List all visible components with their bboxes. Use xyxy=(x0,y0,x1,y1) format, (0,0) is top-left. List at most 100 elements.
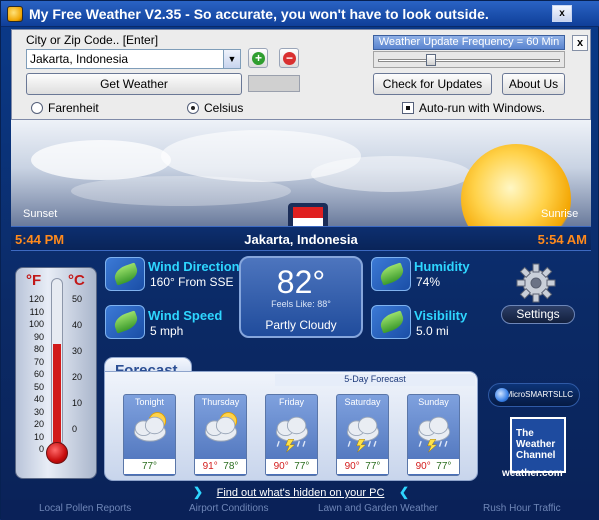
fahrenheit-tick: 90 xyxy=(33,331,44,342)
footer-item-pollen[interactable]: Local Pollen Reports xyxy=(39,503,131,514)
forecast-day-name: Friday xyxy=(278,397,304,407)
cloud-decoration xyxy=(31,140,171,180)
control-panel: City or Zip Code.. [Enter] Jakarta, Indo… xyxy=(11,29,591,120)
wind-direction-value: 160° From SSE xyxy=(150,275,234,289)
minus-icon: − xyxy=(283,52,296,65)
leaf-icon xyxy=(377,310,407,334)
check-updates-button[interactable]: Check for Updates xyxy=(373,73,492,95)
forecast-day-name: Saturday xyxy=(344,397,381,407)
wind-speed-icon xyxy=(105,305,145,339)
promo-link[interactable]: Find out what's hidden on your PC xyxy=(1,487,599,499)
city-value: Jakarta, Indonesia xyxy=(30,52,129,66)
forecast-temps: 91° 78° xyxy=(195,459,246,474)
fahrenheit-tick: 110 xyxy=(29,306,44,317)
forecast-low: 77° xyxy=(294,461,310,472)
humidity-value: 74% xyxy=(416,275,441,289)
forecast-high: 90° xyxy=(273,461,289,472)
fahrenheit-tick: 50 xyxy=(33,381,44,392)
settings-button[interactable]: Settings xyxy=(501,305,575,324)
indonesia-flag-icon xyxy=(288,203,328,226)
add-city-button[interactable]: + xyxy=(248,48,268,68)
celsius-tick: 0 xyxy=(72,424,78,434)
current-conditions: 82° Feels Like: 88° Partly Cloudy xyxy=(239,256,363,338)
partly-cloudy-icon xyxy=(204,412,238,442)
feels-like: Feels Like: 88° xyxy=(271,299,331,309)
autorun-checkbox[interactable] xyxy=(402,102,414,114)
fahrenheit-tick: 120 xyxy=(28,294,44,304)
fahrenheit-tick: 20 xyxy=(33,419,44,429)
about-us-button[interactable]: About Us xyxy=(502,73,565,95)
humidity-title: Humidity xyxy=(414,259,470,274)
thunderstorm-icon xyxy=(346,416,380,453)
forecast-low: 78° xyxy=(223,461,239,472)
sunrise-label: Sunrise xyxy=(541,208,579,220)
weather-com-link[interactable]: weather.com xyxy=(502,468,563,479)
farenheit-radio[interactable] xyxy=(31,102,43,114)
update-frequency-slider[interactable] xyxy=(373,51,565,68)
plus-icon: + xyxy=(252,52,265,65)
cloud-decoration xyxy=(311,156,471,192)
current-temperature: 82° xyxy=(276,264,326,300)
fahrenheit-tick: 70 xyxy=(33,356,44,367)
promo-link-text[interactable]: Find out what's hidden on your PC xyxy=(217,487,385,499)
close-panel-button[interactable]: x xyxy=(572,35,588,51)
forecast-high: 91° xyxy=(202,461,218,472)
fahrenheit-tick: 0 xyxy=(38,444,44,454)
title-bar[interactable]: My Free Weather V2.35 - So accurate, you… xyxy=(1,1,599,27)
forecast-day: Sunday 90° 77° xyxy=(407,394,460,476)
forecast-day: Friday 90° 77° xyxy=(265,394,318,476)
city-input[interactable]: Jakarta, Indonesia ▼ xyxy=(26,49,241,69)
update-frequency-label: Weather Update Frequency = 60 Min xyxy=(373,35,565,50)
cloud-decoration xyxy=(71,176,291,206)
thermometer: °F °C 120 110 100 90 80 70 60 50 40 30 20 10 0 50 40 3… xyxy=(15,267,97,479)
fahrenheit-unit-label: °F xyxy=(26,272,42,289)
forecast-high: 90° xyxy=(344,461,360,472)
footer-item-traffic[interactable]: Rush Hour Traffic xyxy=(483,503,561,514)
footer-bar: Local Pollen Reports Airport Conditions … xyxy=(1,500,599,520)
chevron-left-icon: ❮ xyxy=(399,485,410,499)
fahrenheit-tick: 10 xyxy=(33,431,44,442)
sky-banner: Sunset Sunrise xyxy=(11,120,591,226)
celsius-tick: 10 xyxy=(72,398,83,408)
location-strip: 5:44 PM Jakarta, Indonesia 5:54 AM xyxy=(11,226,591,251)
leaf-icon xyxy=(111,310,141,334)
slider-thumb[interactable] xyxy=(426,54,436,66)
footer-item-airport[interactable]: Airport Conditions xyxy=(189,503,268,514)
remove-city-button[interactable]: − xyxy=(279,48,299,68)
celsius-tick: 50 xyxy=(72,294,83,304)
forecast-low: 77° xyxy=(141,461,158,472)
sunset-label: Sunset xyxy=(23,208,58,220)
celsius-tick: 40 xyxy=(72,320,83,330)
app-sun-icon xyxy=(7,6,23,22)
slider-track xyxy=(378,59,560,62)
wind-direction-title: Wind Direction xyxy=(148,259,240,274)
footer-item-lawn[interactable]: Lawn and Garden Weather xyxy=(318,503,438,514)
forecast-day-name: Sunday xyxy=(418,397,449,407)
forecast-day-name: Thursday xyxy=(201,397,240,407)
autorun-label: Auto-run with Windows. xyxy=(419,101,546,115)
microsmarts-logo[interactable]: MicroSMARTSLLC xyxy=(488,383,580,407)
celsius-tick: 30 xyxy=(72,346,83,356)
location-name: Jakarta, Indonesia xyxy=(244,232,358,247)
forecast-day-name: Tonight xyxy=(134,397,165,407)
leaf-icon xyxy=(377,262,407,286)
get-weather-button[interactable]: Get Weather xyxy=(26,73,242,95)
forecast-low: 77° xyxy=(365,461,381,472)
thermometer-bulb xyxy=(46,442,68,464)
chevron-down-icon[interactable]: ▼ xyxy=(223,50,240,68)
close-window-button[interactable]: x xyxy=(552,5,572,22)
gear-icon[interactable] xyxy=(514,263,558,303)
humidity-icon xyxy=(371,257,411,291)
thermometer-fill xyxy=(53,343,61,450)
celsius-label: Celsius xyxy=(204,101,244,115)
globe-icon xyxy=(495,388,509,402)
forecast-header: 5-Day Forecast xyxy=(275,374,475,386)
wind-speed-title: Wind Speed xyxy=(148,308,223,323)
status-box xyxy=(248,75,300,92)
twc-line3: Channel xyxy=(516,450,556,461)
window-title: My Free Weather V2.35 - So accurate, you… xyxy=(29,6,489,22)
celsius-radio[interactable] xyxy=(187,102,199,114)
city-label: City or Zip Code.. [Enter] xyxy=(26,33,159,47)
weather-channel-logo[interactable]: The Weather Channel xyxy=(510,417,566,473)
fahrenheit-tick: 80 xyxy=(33,344,44,354)
